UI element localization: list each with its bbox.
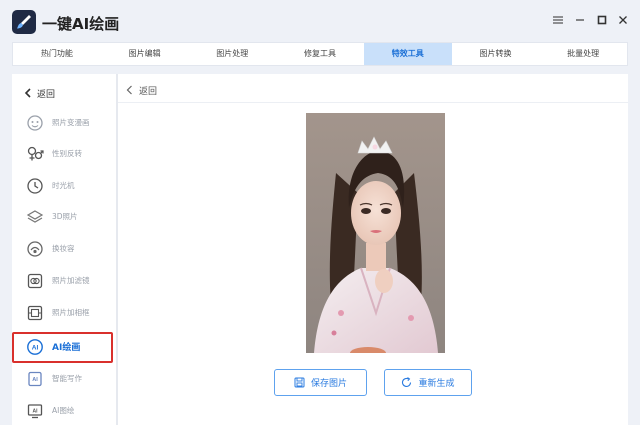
makeup-icon: [27, 241, 43, 257]
sidebar-item-label: 3D照片: [52, 212, 78, 221]
maximize-icon[interactable]: [594, 12, 610, 28]
main-panel: 返回 保存图片 重新生成: [118, 74, 628, 425]
close-icon[interactable]: [615, 12, 631, 28]
sidebar-item-label: 换妆容: [52, 244, 75, 253]
sidebar-item-ai-writing[interactable]: AI 智能写作: [12, 364, 118, 394]
frame-icon: [27, 305, 43, 321]
sidebar-item-gender-swap[interactable]: 性别反转: [12, 139, 118, 169]
regenerate-label: 重新生成: [418, 379, 455, 389]
tab-batch-process[interactable]: 批量处理: [539, 43, 627, 65]
selection-highlight: [12, 332, 113, 363]
main-back-label: 返回: [139, 86, 158, 97]
tab-image-edit[interactable]: 图片编辑: [101, 43, 189, 65]
sidebar-item-photo-to-cartoon[interactable]: 照片变漫画: [12, 108, 118, 138]
sidebar-item-label: 智能写作: [52, 374, 82, 383]
face-icon: [27, 115, 43, 131]
sidebar: 返回 照片变漫画 性别反转 时光机 3D照片 换妆容 照片加滤镜 照片加相框 A…: [12, 74, 118, 425]
menu-icon[interactable]: [550, 12, 566, 28]
brush-logo-icon: [12, 10, 36, 34]
svg-text:AI: AI: [32, 377, 38, 383]
sidebar-item-time-machine[interactable]: 时光机: [12, 171, 118, 201]
tab-repair-tools[interactable]: 修复工具: [276, 43, 364, 65]
tab-hot-features[interactable]: 热门功能: [13, 43, 101, 65]
sidebar-item-ai-image[interactable]: AI AI图绘: [12, 396, 118, 425]
app-title: 一键AI绘画: [42, 15, 120, 33]
clock-icon: [27, 178, 43, 194]
sidebar-back-label: 返回: [37, 89, 56, 100]
save-image-button[interactable]: 保存图片: [274, 369, 367, 396]
sidebar-item-label: 照片变漫画: [52, 118, 90, 127]
tab-image-process[interactable]: 图片处理: [188, 43, 276, 65]
save-image-label: 保存图片: [310, 379, 347, 389]
tab-image-convert[interactable]: 图片转换: [452, 43, 540, 65]
sidebar-item-label: 性别反转: [52, 149, 82, 158]
sidebar-item-makeup[interactable]: 换妆容: [12, 234, 118, 264]
sidebar-item-photo-filter[interactable]: 照片加滤镜: [12, 266, 118, 296]
tab-effect-tools[interactable]: 特效工具: [363, 43, 452, 65]
sidebar-item-photo-frame[interactable]: 照片加相框: [12, 298, 118, 328]
sidebar-item-label: 照片加相框: [52, 308, 90, 317]
sidebar-back-button[interactable]: 返回: [24, 84, 55, 102]
refresh-icon: [402, 377, 412, 388]
generated-portrait-image: [306, 113, 445, 353]
category-tabs: 热门功能 图片编辑 图片处理 修复工具 特效工具 图片转换 批量处理: [12, 42, 628, 66]
chevron-left-icon: [126, 85, 132, 95]
chevron-left-icon: [24, 88, 31, 98]
title-bar: 一键AI绘画: [0, 0, 640, 42]
divider: [118, 102, 628, 103]
regenerate-button[interactable]: 重新生成: [384, 369, 472, 396]
svg-text:AI: AI: [33, 409, 39, 415]
ai-image-icon: AI: [27, 404, 43, 419]
sidebar-item-3d-photo[interactable]: 3D照片: [12, 202, 118, 232]
ai-write-icon: AI: [28, 371, 42, 387]
main-back-button[interactable]: 返回: [126, 82, 157, 98]
save-icon: [294, 377, 305, 388]
gender-icon: [27, 146, 44, 161]
minimize-icon[interactable]: [572, 12, 588, 28]
filter-icon: [27, 273, 43, 289]
layers-icon: [26, 210, 44, 223]
sidebar-item-label: 时光机: [52, 181, 75, 190]
sidebar-item-label: AI图绘: [52, 406, 75, 415]
sidebar-item-label: 照片加滤镜: [52, 276, 90, 285]
